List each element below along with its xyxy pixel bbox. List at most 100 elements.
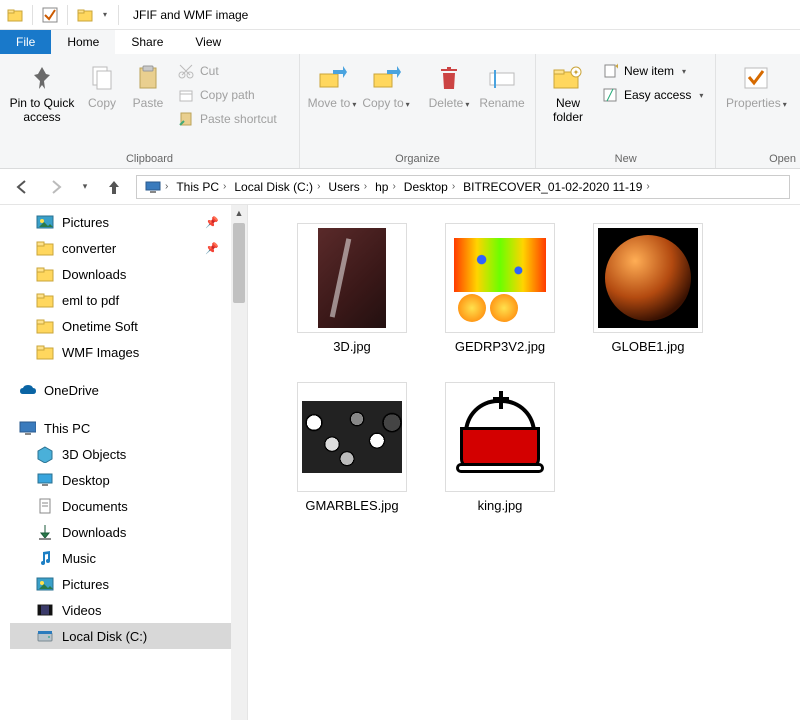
ribbon-group-open: Properties▾ Open	[716, 54, 800, 168]
breadcrumb-pc-icon[interactable]: ›	[141, 179, 172, 195]
breadcrumb-2[interactable]: Users›	[324, 180, 371, 194]
open-group-label: Open	[716, 151, 800, 168]
organize-group-label: Organize	[300, 151, 535, 168]
tree-item-wmf-images[interactable]: WMF Images	[10, 339, 247, 365]
tree-item-eml-to-pdf[interactable]: eml to pdf	[10, 287, 247, 313]
paste-button[interactable]: Paste	[126, 58, 170, 111]
tree-item-label: Downloads	[62, 525, 126, 540]
tab-file[interactable]: File	[0, 30, 51, 54]
qat-dropdown-icon[interactable]: ▾	[98, 4, 112, 26]
file-thumbnail	[593, 223, 703, 333]
rename-label: Rename	[479, 97, 524, 111]
tree-item-local-disk-c-[interactable]: Local Disk (C:)	[10, 623, 247, 649]
tree-item-downloads[interactable]: Downloads	[10, 261, 247, 287]
folder-icon	[36, 265, 54, 283]
pin-icon: 📌	[205, 216, 219, 229]
easy-access-button[interactable]: Easy access▾	[596, 84, 709, 106]
navigation-tree: Pictures📌converter📌Downloadseml to pdfOn…	[0, 205, 248, 720]
rename-icon	[486, 62, 518, 94]
cut-icon	[178, 63, 194, 79]
recent-locations-button[interactable]: ▾	[78, 175, 92, 199]
tab-share[interactable]: Share	[115, 30, 179, 54]
svg-text:✦: ✦	[614, 63, 618, 71]
pictures-icon	[36, 575, 54, 593]
file-item[interactable]: GLOBE1.jpg	[588, 223, 708, 354]
properties-icon	[740, 62, 772, 94]
tree-item-label: WMF Images	[62, 345, 139, 360]
tree-item-music[interactable]: Music	[10, 545, 247, 571]
3d-icon	[36, 445, 54, 463]
title-bar: ▾ JFIF and WMF image	[0, 0, 800, 30]
file-item[interactable]: king.jpg	[440, 382, 560, 513]
rename-button[interactable]: Rename	[475, 58, 529, 111]
cut-button[interactable]: Cut	[172, 60, 283, 82]
tree-item-pictures[interactable]: Pictures📌	[10, 209, 247, 235]
move-to-button[interactable]: Move to▾	[306, 58, 358, 111]
breadcrumb-1[interactable]: Local Disk (C:)›	[230, 180, 324, 194]
paste-shortcut-button[interactable]: Paste shortcut	[172, 108, 283, 130]
breadcrumb-4[interactable]: Desktop›	[400, 180, 459, 194]
checkbox-qat-icon[interactable]	[39, 4, 61, 26]
tree-item-label: Desktop	[62, 473, 110, 488]
tree-item-label: Videos	[62, 603, 102, 618]
delete-button[interactable]: Delete▾	[425, 58, 473, 111]
copy-to-label: Copy to	[362, 96, 403, 110]
new-folder-button[interactable]: ✦ New folder	[542, 58, 594, 125]
tab-home[interactable]: Home	[51, 30, 115, 54]
tab-view[interactable]: View	[179, 30, 237, 54]
music-icon	[36, 549, 54, 567]
breadcrumb-3[interactable]: hp›	[371, 180, 400, 194]
tree-scrollbar[interactable]: ▲	[231, 205, 247, 720]
folder-icon	[36, 291, 54, 309]
tree-item-3d-objects[interactable]: 3D Objects	[10, 441, 247, 467]
main-area: Pictures📌converter📌Downloadseml to pdfOn…	[0, 205, 800, 720]
copy-to-icon	[370, 62, 402, 94]
pin-icon	[26, 62, 58, 94]
tree-item-downloads[interactable]: Downloads	[10, 519, 247, 545]
properties-label: Properties	[726, 96, 781, 110]
file-thumbnail	[297, 382, 407, 492]
copy-to-button[interactable]: Copy to▾	[360, 58, 412, 111]
copy-button[interactable]: Copy	[80, 58, 124, 111]
tree-item-this-pc[interactable]: This PC	[10, 415, 247, 441]
tree-item-label: Music	[62, 551, 96, 566]
breadcrumb-5[interactable]: BITRECOVER_01-02-2020 11-19›	[459, 180, 654, 194]
tree-item-desktop[interactable]: Desktop	[10, 467, 247, 493]
folder-icon[interactable]	[4, 4, 26, 26]
tree-item-onetime-soft[interactable]: Onetime Soft	[10, 313, 247, 339]
file-name: GMARBLES.jpg	[305, 498, 398, 513]
quick-access-toolbar: ▾	[0, 4, 127, 26]
pin-icon: 📌	[205, 242, 219, 255]
tree-item-label: converter	[62, 241, 116, 256]
delete-icon	[433, 62, 465, 94]
copy-path-button[interactable]: Copy path	[172, 84, 283, 106]
tree-item-label: This PC	[44, 421, 90, 436]
tree-item-converter[interactable]: converter 📌	[10, 235, 247, 261]
tree-item-pictures[interactable]: Pictures	[10, 571, 247, 597]
cut-label: Cut	[200, 64, 219, 78]
ribbon-group-new: ✦ New folder ✦ New item▾ Easy access▾ Ne…	[536, 54, 716, 168]
folder-icon[interactable]	[74, 4, 96, 26]
file-item[interactable]: GMARBLES.jpg	[292, 382, 412, 513]
file-item[interactable]: GEDRP3V2.jpg	[440, 223, 560, 354]
pictures-icon	[36, 213, 54, 231]
downloads-icon	[36, 523, 54, 541]
file-name: GLOBE1.jpg	[612, 339, 685, 354]
file-name: 3D.jpg	[333, 339, 371, 354]
navigation-bar: ▾ › This PC› Local Disk (C:)› Users› hp›…	[0, 169, 800, 205]
properties-button[interactable]: Properties▾	[722, 58, 790, 111]
address-bar[interactable]: › This PC› Local Disk (C:)› Users› hp› D…	[136, 175, 790, 199]
back-button[interactable]	[10, 175, 34, 199]
tree-item-documents[interactable]: Documents	[10, 493, 247, 519]
new-item-button[interactable]: ✦ New item▾	[596, 60, 709, 82]
tree-item-onedrive[interactable]: OneDrive	[10, 377, 247, 403]
file-item[interactable]: 3D.jpg	[292, 223, 412, 354]
breadcrumb-0[interactable]: This PC›	[172, 180, 230, 194]
file-name: king.jpg	[478, 498, 523, 513]
pin-to-quick-access-button[interactable]: Pin to Quick access	[6, 58, 78, 125]
up-button[interactable]	[102, 175, 126, 199]
move-to-label: Move to	[308, 96, 351, 110]
ribbon-group-clipboard: Pin to Quick access Copy Paste Cut Copy …	[0, 54, 300, 168]
forward-button[interactable]	[44, 175, 68, 199]
tree-item-videos[interactable]: Videos	[10, 597, 247, 623]
